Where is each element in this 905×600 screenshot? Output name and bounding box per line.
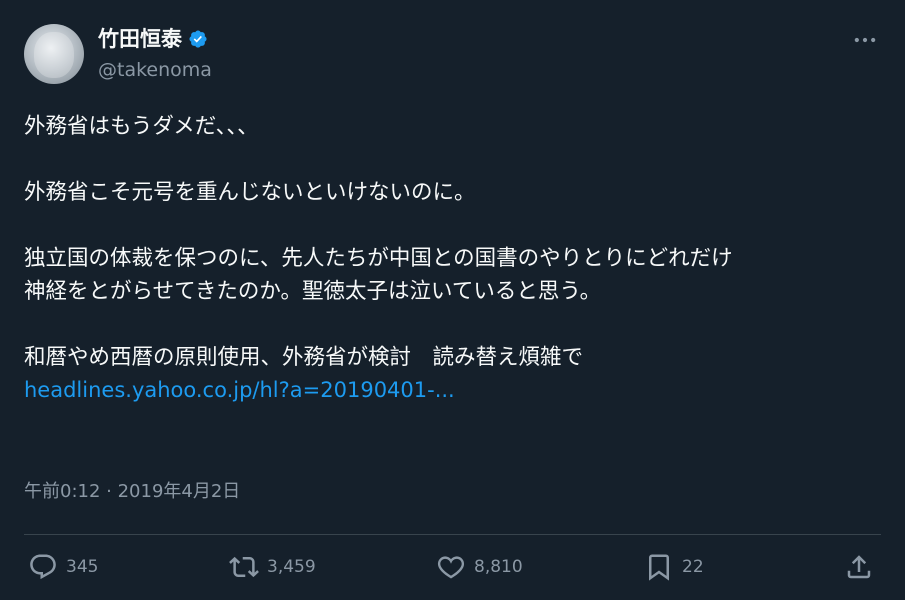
author-display-name[interactable]: 竹田恒泰	[98, 26, 182, 52]
like-button[interactable]: 8,810	[436, 552, 523, 582]
tweet-line: 外務省こそ元号を重んじないといけないのに。	[24, 180, 476, 205]
tweet-line: 神経をとがらせてきたのか。聖徳太子は泣いていると思う。	[24, 279, 602, 304]
tweet-timestamp[interactable]: 午前0:12 · 2019年4月2日	[24, 480, 240, 504]
reply-count: 345	[66, 557, 99, 577]
tweet-line: 独立国の体裁を保つのに、先人たちが中国との国書のやりとりにどれだけ	[24, 246, 733, 271]
like-count: 8,810	[474, 557, 523, 577]
avatar[interactable]	[24, 24, 84, 84]
retweet-button[interactable]: 3,459	[229, 552, 316, 582]
tweet-text: 外務省はもうダメだ、、、 外務省こそ元号を重んじないといけないのに。 独立国の体…	[24, 110, 894, 407]
author-name-row: 竹田恒泰	[98, 26, 208, 52]
bookmark-count: 22	[682, 557, 704, 577]
tweet-link[interactable]: headlines.yahoo.co.jp/hl?a=20190401-...	[24, 374, 894, 407]
verified-badge-icon	[189, 30, 207, 48]
heart-icon	[437, 556, 465, 579]
retweet-count: 3,459	[267, 557, 316, 577]
more-options-icon[interactable]	[851, 26, 879, 54]
action-bar: 345 3,459 8,810 22	[24, 552, 881, 588]
tweet-line: 和暦やめ西暦の原則使用、外務省が検討 読み替え煩雑で	[24, 345, 584, 370]
bookmark-icon	[649, 554, 669, 581]
reply-icon	[30, 554, 56, 580]
share-button[interactable]	[844, 552, 874, 582]
share-icon	[847, 555, 871, 579]
divider	[24, 534, 881, 535]
retweet-icon	[229, 556, 259, 578]
author-handle[interactable]: @takenoma	[98, 58, 212, 82]
reply-button[interactable]: 345	[28, 552, 98, 582]
tweet-line: 外務省はもうダメだ、、、	[24, 114, 259, 139]
bookmark-button[interactable]: 22	[644, 552, 704, 582]
